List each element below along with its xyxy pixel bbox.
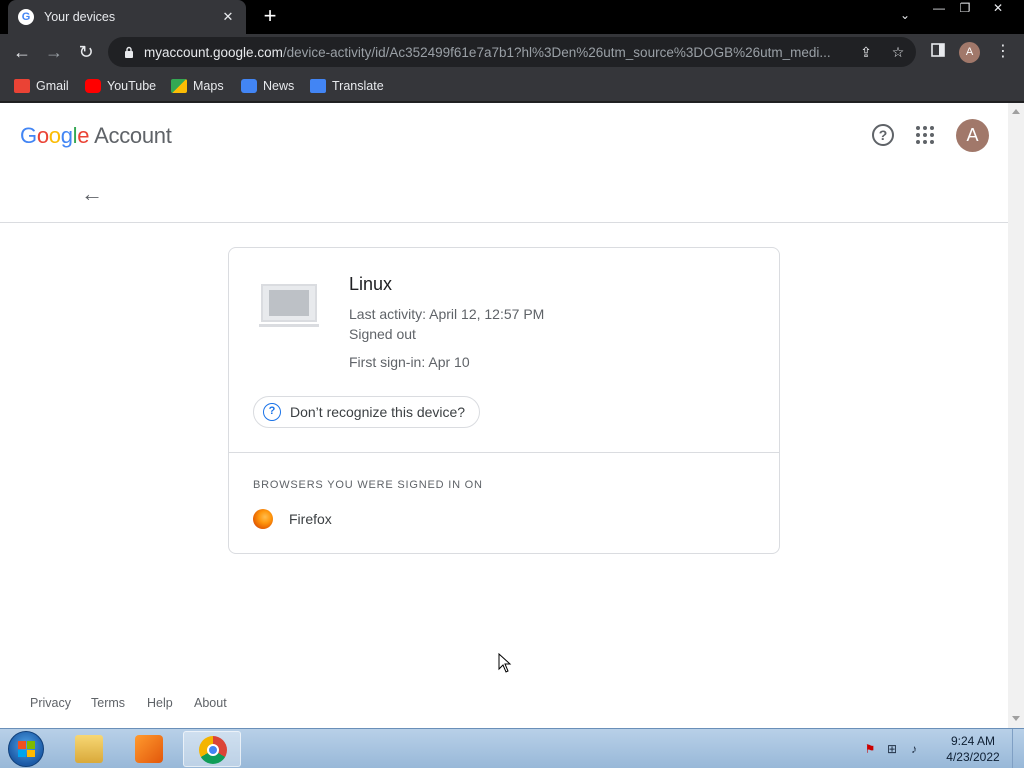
show-desktop-button[interactable] (1012, 729, 1024, 768)
share-icon[interactable]: ⇪ (856, 42, 876, 62)
bookmark-translate[interactable]: Translate (310, 76, 384, 96)
bookmark-label: Gmail (36, 79, 69, 93)
news-icon (241, 79, 257, 93)
scroll-up-icon[interactable] (1012, 109, 1020, 114)
tab-title: Your devices (44, 10, 116, 24)
account-avatar[interactable]: A (956, 119, 989, 152)
google-account-logo[interactable]: Google Account (20, 123, 172, 149)
start-button[interactable] (8, 731, 44, 767)
youtube-icon (85, 79, 101, 93)
mouse-cursor-icon (498, 653, 512, 673)
bookmark-news[interactable]: News (241, 76, 294, 96)
bookmark-label: Translate (332, 79, 384, 93)
logo-account-text: Account (94, 123, 172, 148)
footer-privacy-link[interactable]: Privacy (30, 696, 71, 710)
restore-button[interactable]: ❐ (956, 0, 974, 18)
header-divider (0, 222, 1008, 223)
file-explorer-icon (75, 735, 103, 763)
bookmark-label: News (263, 79, 295, 93)
firefox-icon (253, 509, 273, 529)
new-tab-button[interactable]: + (258, 5, 282, 29)
help-icon[interactable]: ? (872, 124, 894, 146)
first-sign-in: First sign-in: Apr 10 (349, 354, 470, 370)
url-host: myaccount.google.com (144, 44, 283, 60)
tab-strip: G Your devices ✕ + ⌄ — ❐ ✕ (0, 0, 1024, 34)
chrome-icon (199, 736, 227, 764)
dont-recognize-device-button[interactable]: ? Don’t recognize this device? (253, 396, 481, 428)
tab-search-chevron-icon[interactable]: ⌄ (896, 8, 914, 26)
last-activity: Last activity: April 12, 12:57 PM (349, 306, 545, 322)
media-player-icon (135, 735, 163, 763)
laptop-icon (259, 284, 319, 328)
google-apps-icon[interactable] (916, 126, 934, 144)
dont-recognize-label: Don’t recognize this device? (290, 404, 466, 420)
device-name: Linux (349, 274, 393, 294)
url-path: /device-activity/id/Ac352499f61e7a7b1?hl… (282, 44, 831, 60)
browsers-heading: BROWSERS YOU WERE SIGNED IN ON (253, 479, 483, 491)
back-arrow-icon[interactable]: ← (80, 183, 104, 207)
bookmark-youtube[interactable]: YouTube (85, 76, 156, 96)
bookmark-gmail[interactable]: Gmail (14, 76, 69, 96)
system-clock[interactable]: 9:24 AM 4/23/2022 (938, 733, 1008, 765)
footer-about-link[interactable]: About (194, 696, 227, 710)
bookmark-maps[interactable]: Maps (171, 76, 224, 96)
back-arrow-icon[interactable]: ← (10, 40, 34, 64)
bookmark-label: Maps (193, 79, 224, 93)
url-text[interactable]: myaccount.google.com/device-activity/id/… (144, 45, 850, 60)
menu-kebab-icon[interactable]: ⋮ (993, 42, 1013, 62)
tab-your-devices[interactable]: G Your devices ✕ (8, 0, 246, 34)
lock-icon[interactable] (122, 45, 136, 59)
page-scrollbar[interactable] (1008, 103, 1024, 728)
taskbar-chrome[interactable] (183, 731, 241, 767)
taskbar-file-explorer[interactable] (60, 731, 118, 767)
network-icon[interactable]: ⊞ (884, 741, 900, 757)
bookmarks-bar: Gmail YouTube Maps News Translate (0, 70, 1024, 102)
footer-help-link[interactable]: Help (147, 696, 173, 710)
minimize-button[interactable]: — (930, 0, 948, 18)
maps-icon (171, 79, 187, 93)
volume-icon[interactable]: ♪ (906, 741, 922, 757)
forward-arrow-icon[interactable]: → (42, 40, 66, 64)
google-favicon-icon: G (18, 9, 34, 25)
card-divider (229, 452, 779, 453)
browser-name: Firefox (289, 511, 332, 527)
profile-avatar[interactable]: A (959, 42, 980, 63)
bookmark-label: YouTube (107, 79, 157, 93)
page-content: Google Account ? A ← Linux Last activity:… (0, 103, 1008, 728)
clock-time: 9:24 AM (950, 734, 996, 748)
reload-icon[interactable]: ↻ (74, 40, 98, 64)
side-panel-icon[interactable] (928, 42, 948, 62)
bookmark-star-icon[interactable]: ☆ (888, 42, 908, 62)
device-card: Linux Last activity: April 12, 12:57 PM … (228, 247, 780, 554)
system-tray: ⚑ ⊞ ♪ (862, 739, 922, 759)
gmail-icon (14, 79, 30, 93)
windows-logo-icon (18, 741, 35, 757)
footer-terms-link[interactable]: Terms (91, 696, 125, 710)
close-tab-icon[interactable]: ✕ (220, 9, 236, 25)
sign-in-status: Signed out (349, 326, 416, 342)
action-center-flag-icon[interactable]: ⚑ (862, 741, 878, 757)
scroll-down-icon[interactable] (1012, 716, 1020, 721)
address-bar[interactable]: myaccount.google.com/device-activity/id/… (108, 37, 916, 67)
windows-taskbar: ⚑ ⊞ ♪ 9:24 AM 4/23/2022 (0, 728, 1024, 768)
close-window-button[interactable]: ✕ (988, 0, 1008, 18)
taskbar-media-player[interactable] (120, 731, 178, 767)
screen: G Your devices ✕ + ⌄ — ❐ ✕ ← → ↻ myaccou… (0, 0, 1024, 768)
help-circle-icon: ? (263, 403, 281, 421)
translate-icon (310, 79, 326, 93)
clock-date: 4/23/2022 (946, 750, 1000, 764)
browser-toolbar: ← → ↻ myaccount.google.com/device-activi… (0, 34, 1024, 70)
